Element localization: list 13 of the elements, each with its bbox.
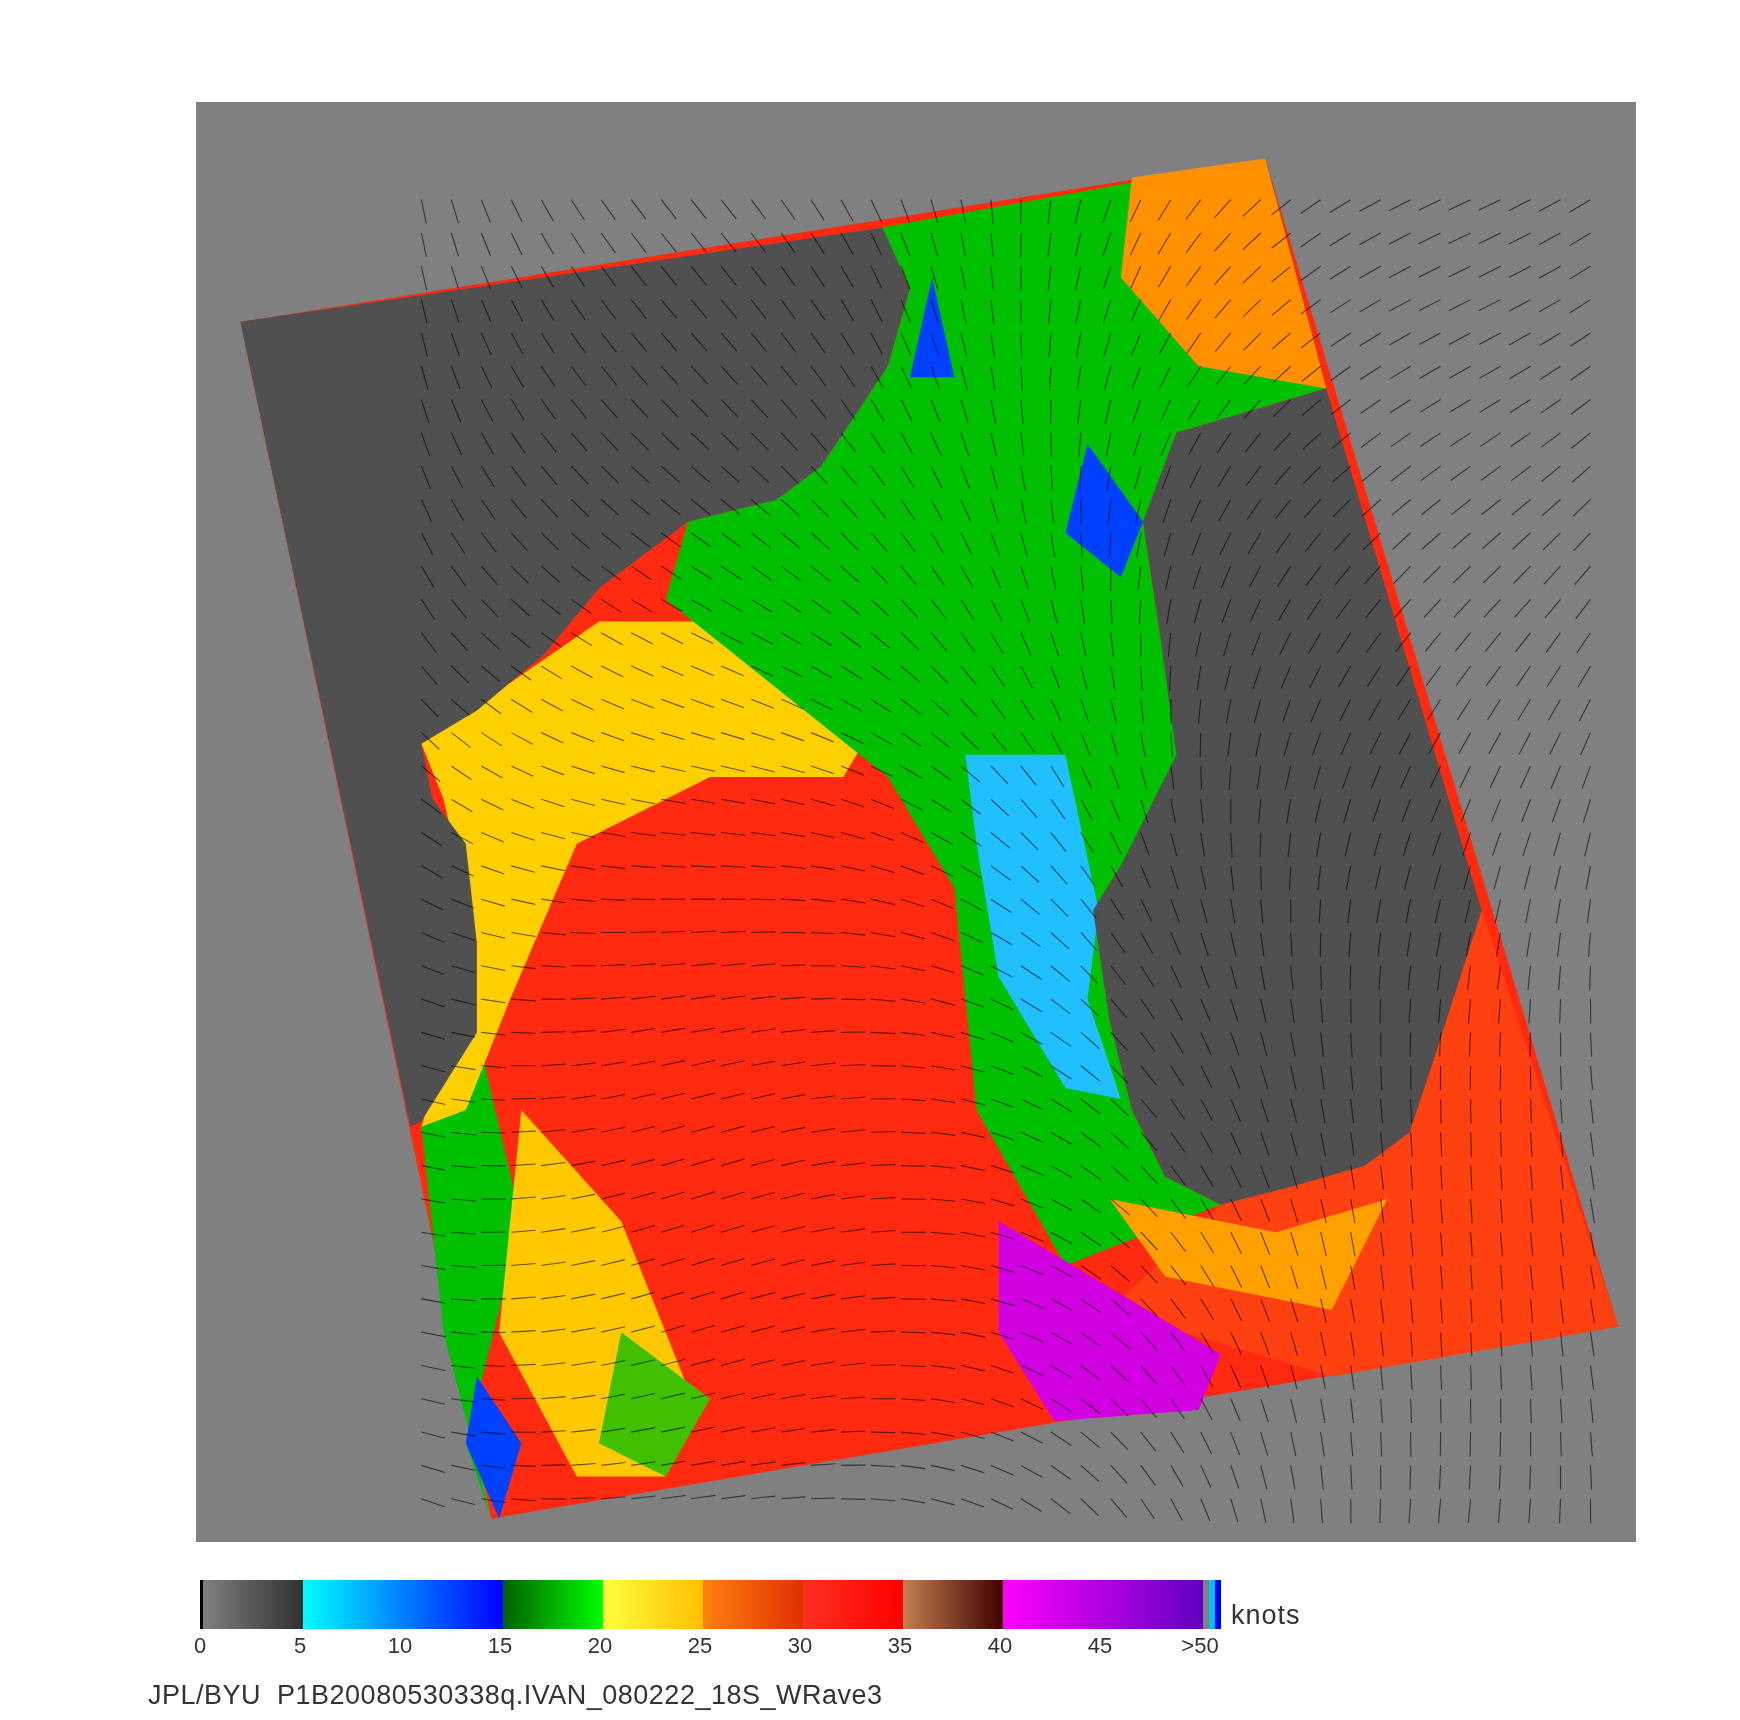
unit-label: knots — [1231, 1602, 1301, 1629]
tick-label: 40 — [987, 1633, 1013, 1658]
tick-label: 15 — [487, 1633, 513, 1658]
tick-label: 5 — [293, 1633, 307, 1658]
tick-label: 20 — [587, 1633, 613, 1658]
tick-label: 30 — [787, 1633, 813, 1658]
tick-label: >50 — [1181, 1633, 1219, 1658]
tick-label: 35 — [887, 1633, 913, 1658]
tick-label: 0 — [193, 1633, 207, 1658]
tick-label: 45 — [1087, 1633, 1113, 1658]
caption: JPL/BYU P1B20080530338q.IVAN_080222_18S_WRave3 — [148, 1680, 883, 1711]
tick-label: 25 — [687, 1633, 713, 1658]
tick-label: 10 — [387, 1633, 413, 1658]
